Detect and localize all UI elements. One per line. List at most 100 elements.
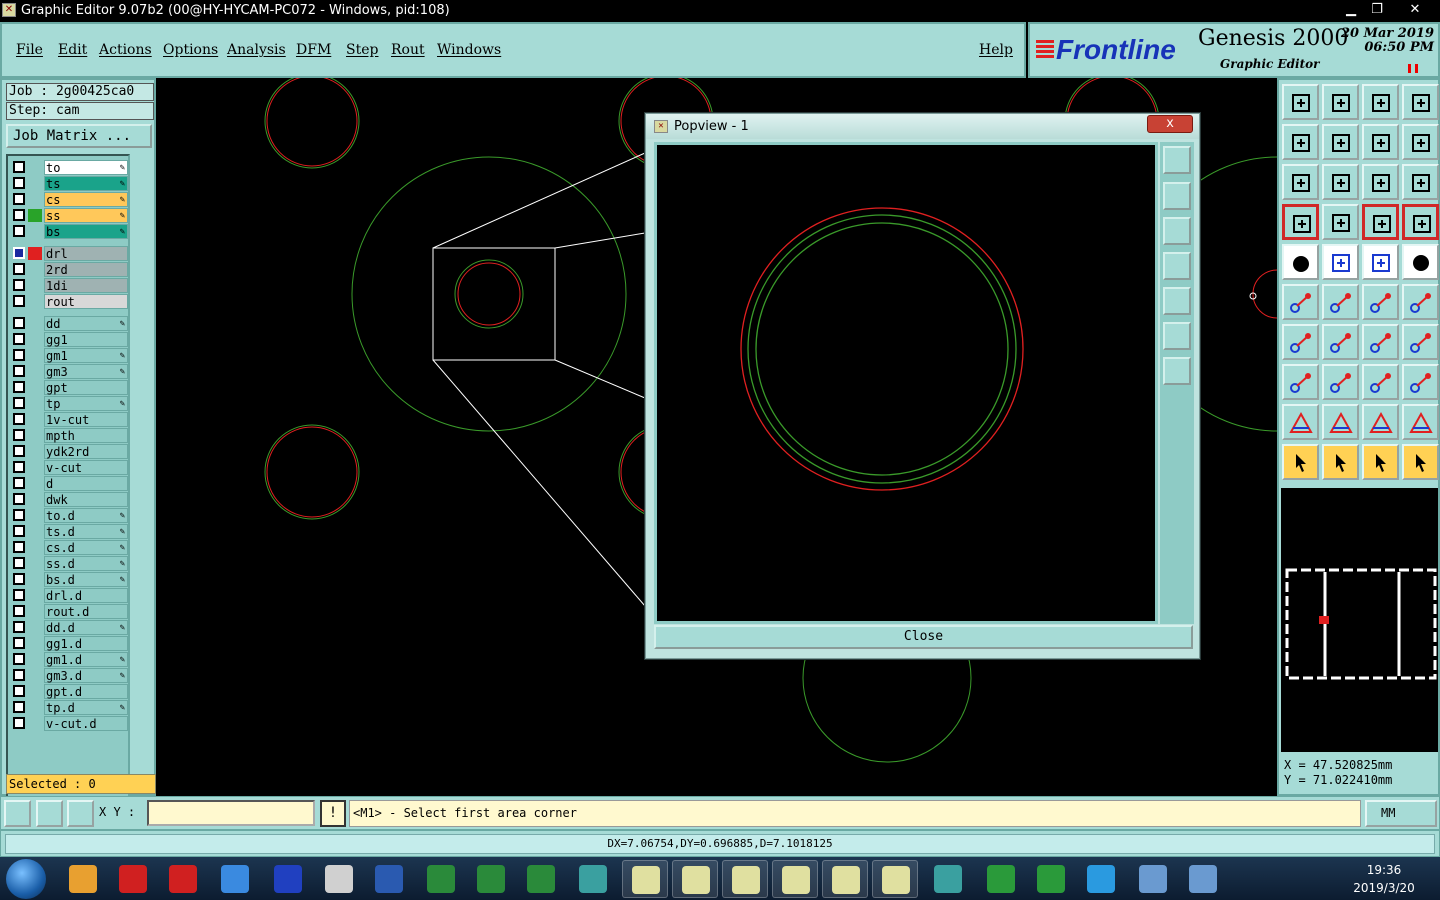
layer-row[interactable]: tp.d ✎ xyxy=(10,700,130,715)
layer-checkbox[interactable] xyxy=(13,263,25,275)
layer-name[interactable]: gg1.d xyxy=(44,636,128,651)
layer-row[interactable]: d xyxy=(10,476,130,491)
layer-row[interactable]: dd.d ✎ xyxy=(10,620,130,635)
menu-windows[interactable]: Windows xyxy=(437,42,501,58)
layer-checkbox[interactable] xyxy=(13,461,25,473)
layer-row[interactable]: gg1 xyxy=(10,332,130,347)
layer-name[interactable]: 1di xyxy=(44,278,128,293)
layer-row[interactable]: v-cut.d xyxy=(10,716,130,731)
home-icon[interactable] xyxy=(1282,84,1319,120)
line2-icon[interactable] xyxy=(1402,284,1439,320)
snap-icon[interactable] xyxy=(4,800,31,827)
excel2-app-icon[interactable] xyxy=(468,860,514,898)
viewer-app-icon[interactable] xyxy=(570,860,616,898)
viewer2-app-icon[interactable] xyxy=(925,860,971,898)
layer-name[interactable]: bs.d ✎ xyxy=(44,572,128,587)
diagonal-icon[interactable] xyxy=(1322,324,1359,360)
window-icon[interactable] xyxy=(1402,84,1439,120)
menu-analysis[interactable]: Analysis xyxy=(227,42,286,58)
resize-icon[interactable] xyxy=(1362,364,1399,400)
grid-tool-icon[interactable] xyxy=(1322,204,1359,240)
layer-checkbox[interactable] xyxy=(13,637,25,649)
xy-input[interactable] xyxy=(147,800,315,826)
zoom-tool-icon[interactable] xyxy=(1282,204,1319,240)
layer-checkbox[interactable] xyxy=(13,557,25,569)
word-app-icon[interactable] xyxy=(366,860,412,898)
popview-up-button[interactable] xyxy=(1163,182,1191,210)
layer-row[interactable]: 1di xyxy=(10,278,130,293)
popview-close-button[interactable]: Close xyxy=(654,625,1193,649)
ruler-icon[interactable] xyxy=(1362,244,1399,280)
layer-name[interactable]: tp.d ✎ xyxy=(44,700,128,715)
layer-name[interactable]: dd.d ✎ xyxy=(44,620,128,635)
layer-row[interactable]: 1v-cut xyxy=(10,412,130,427)
rotate-icon[interactable] xyxy=(1362,324,1399,360)
layer-checkbox[interactable] xyxy=(13,573,25,585)
layer-name[interactable]: gpt xyxy=(44,380,128,395)
cross-select-icon[interactable] xyxy=(1322,244,1359,280)
pointer3-icon[interactable] xyxy=(1362,444,1399,480)
excel-app-icon[interactable] xyxy=(418,860,464,898)
ie-browser-icon[interactable] xyxy=(212,860,258,898)
move-icon[interactable] xyxy=(1282,364,1319,400)
layer-row[interactable]: gm3 ✎ xyxy=(10,364,130,379)
layer-row[interactable]: ts.d ✎ xyxy=(10,524,130,539)
popview-zoom-out-button[interactable] xyxy=(1163,357,1191,385)
swap-icon[interactable] xyxy=(1402,124,1439,160)
layer-row[interactable]: tp ✎ xyxy=(10,396,130,411)
layer-checkbox[interactable] xyxy=(13,525,25,537)
layer-checkbox[interactable] xyxy=(13,225,25,237)
layer-checkbox[interactable] xyxy=(13,477,25,489)
layer-row[interactable]: to ✎ xyxy=(10,160,130,175)
layer-checkbox[interactable] xyxy=(13,333,25,345)
angle-icon[interactable] xyxy=(1282,324,1319,360)
genesis2-app-icon[interactable] xyxy=(160,860,206,898)
group-icon[interactable] xyxy=(1402,364,1439,400)
triangle2-icon[interactable] xyxy=(1322,404,1359,440)
explorer-app-icon[interactable] xyxy=(1130,860,1176,898)
layer-checkbox[interactable] xyxy=(13,365,25,377)
popview-fit-button[interactable] xyxy=(1163,146,1191,174)
layer-name[interactable]: dwk xyxy=(44,492,128,507)
layer-row[interactable]: bs ✎ xyxy=(10,224,130,239)
layer-name[interactable]: drl xyxy=(44,246,128,261)
units-selector[interactable]: MM xyxy=(1365,800,1437,827)
triangle-icon[interactable] xyxy=(1282,404,1319,440)
layer-checkbox[interactable] xyxy=(13,669,25,681)
layer-checkbox[interactable] xyxy=(13,493,25,505)
house-icon[interactable] xyxy=(1362,84,1399,120)
menu-options[interactable]: Options xyxy=(163,42,218,58)
route-icon[interactable] xyxy=(1402,444,1439,480)
start-button[interactable] xyxy=(6,859,46,899)
layer-name[interactable]: v-cut.d xyxy=(44,716,128,731)
grid-icon[interactable] xyxy=(67,800,94,827)
arch-icon[interactable] xyxy=(1362,404,1399,440)
popview-right-button[interactable] xyxy=(1163,287,1191,315)
layer-name[interactable]: cs ✎ xyxy=(44,192,128,207)
layer-checkbox[interactable] xyxy=(13,247,25,259)
explorer2-app-icon[interactable] xyxy=(1180,860,1226,898)
layer-checkbox[interactable] xyxy=(13,193,25,205)
pointer2-icon[interactable] xyxy=(1322,444,1359,480)
layer-row[interactable]: gm1 ✎ xyxy=(10,348,130,363)
layer-checkbox[interactable] xyxy=(13,717,25,729)
graphic-editor-task-6[interactable] xyxy=(872,860,918,898)
layer-name[interactable]: ydk2rd xyxy=(44,444,128,459)
layer-row[interactable]: to.d ✎ xyxy=(10,508,130,523)
layer-row[interactable]: gpt xyxy=(10,380,130,395)
genesis-app-icon[interactable] xyxy=(110,860,156,898)
layer-name[interactable]: v-cut xyxy=(44,460,128,475)
layer-name[interactable]: to.d ✎ xyxy=(44,508,128,523)
circle-select-icon[interactable] xyxy=(1402,244,1439,280)
layer-name[interactable]: gm1.d ✎ xyxy=(44,652,128,667)
popview-zoom-in-button[interactable] xyxy=(1163,322,1191,350)
layer-name[interactable]: to ✎ xyxy=(44,160,128,175)
layer-row[interactable]: mpth xyxy=(10,428,130,443)
warning-icon[interactable]: ! xyxy=(320,800,346,827)
layer-checkbox[interactable] xyxy=(13,621,25,633)
layer-row[interactable]: gg1.d xyxy=(10,636,130,651)
layer-name[interactable]: gm1 ✎ xyxy=(44,348,128,363)
center-icon[interactable] xyxy=(1322,164,1359,200)
layer-row[interactable]: cs ✎ xyxy=(10,192,130,207)
layer-checkbox[interactable] xyxy=(13,429,25,441)
